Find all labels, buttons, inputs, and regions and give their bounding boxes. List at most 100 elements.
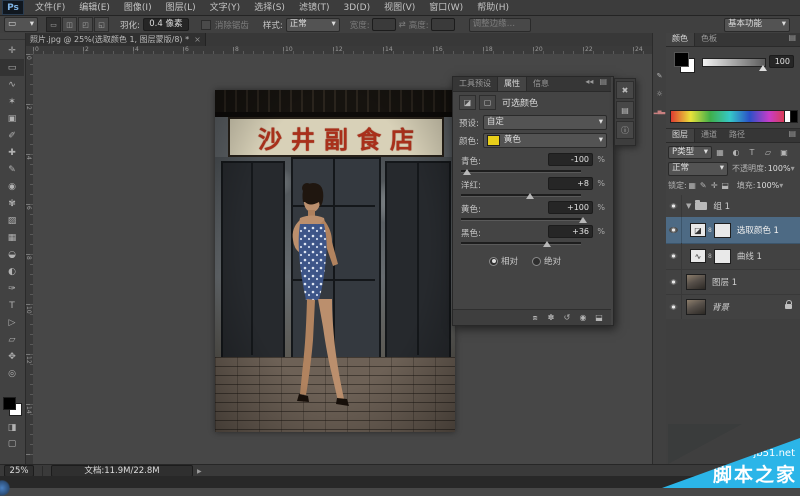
black-value-input[interactable]: +36 bbox=[548, 225, 593, 238]
selective-color-thumbnail[interactable]: ◪ bbox=[690, 223, 706, 237]
yellow-slider-track[interactable] bbox=[461, 218, 581, 221]
menu-edit[interactable]: 编辑(E) bbox=[72, 1, 117, 15]
hand-tool[interactable]: ✥ bbox=[0, 348, 24, 365]
tab-paths[interactable]: 路径 bbox=[723, 129, 751, 142]
lock-transparent-icon[interactable]: ▦ bbox=[687, 180, 698, 192]
brush-tool[interactable]: ✎ bbox=[0, 161, 24, 178]
layer-row-layer1[interactable]: 图层 1 bbox=[666, 269, 800, 295]
panel-menu-icon[interactable]: ▤ bbox=[784, 33, 800, 46]
visibility-toggle[interactable] bbox=[666, 217, 682, 243]
visibility-icon[interactable]: ◉ bbox=[575, 312, 591, 324]
panel-menu-icon[interactable]: ▤ bbox=[784, 129, 800, 142]
cyan-slider-thumb[interactable] bbox=[463, 169, 471, 175]
blur-tool[interactable]: ◒ bbox=[0, 246, 24, 263]
yellow-value-input[interactable]: +100 bbox=[548, 201, 593, 214]
panel-menu-icon[interactable]: ▤ bbox=[595, 77, 611, 91]
fill-value[interactable]: 100% bbox=[756, 181, 779, 190]
menu-window[interactable]: 窗口(W) bbox=[422, 1, 470, 15]
lock-position-icon[interactable]: ✛ bbox=[709, 180, 720, 192]
tab-swatches[interactable]: 色板 bbox=[695, 33, 723, 46]
brush-panel-icon[interactable]: ✎ bbox=[653, 69, 666, 83]
menu-layer[interactable]: 图层(L) bbox=[159, 1, 203, 15]
view-previous-state-icon[interactable]: ✽ bbox=[543, 312, 559, 324]
black-slider-thumb[interactable] bbox=[543, 241, 551, 247]
filter-adjustment-layers-icon[interactable]: ◐ bbox=[728, 146, 744, 158]
eyedropper-tool[interactable]: ✐ bbox=[0, 127, 24, 144]
layer-name[interactable]: 组 1 bbox=[713, 200, 730, 212]
selection-new-button[interactable]: ▭ bbox=[46, 17, 61, 32]
workspace-switcher[interactable]: 基本功能▾ bbox=[724, 18, 790, 32]
tab-tool-presets[interactable]: 工具预设 bbox=[453, 77, 497, 91]
selection-subtract-button[interactable]: ◰ bbox=[78, 17, 93, 32]
color-spectrum-ramp[interactable] bbox=[670, 110, 790, 123]
pen-tool[interactable]: ✑ bbox=[0, 280, 24, 297]
tab-properties[interactable]: 属性 bbox=[497, 77, 527, 91]
zoom-tool[interactable]: ◎ bbox=[0, 365, 24, 382]
menu-3d[interactable]: 3D(D) bbox=[336, 1, 377, 15]
menu-image[interactable]: 图像(I) bbox=[117, 1, 159, 15]
magenta-slider-thumb[interactable] bbox=[526, 193, 534, 199]
mask-icon[interactable]: ▢ bbox=[479, 95, 496, 110]
reset-icon[interactable]: ↺ bbox=[559, 312, 575, 324]
visibility-toggle[interactable] bbox=[666, 294, 682, 319]
layer-name[interactable]: 曲线 1 bbox=[737, 250, 762, 262]
magenta-value-input[interactable]: +8 bbox=[548, 177, 593, 190]
magenta-slider-track[interactable] bbox=[461, 194, 581, 197]
menu-help[interactable]: 帮助(H) bbox=[470, 1, 516, 15]
layer-thumbnail[interactable] bbox=[686, 274, 706, 290]
clip-to-layer-icon[interactable]: ⧈ bbox=[527, 312, 543, 324]
chevron-down-icon[interactable]: ▾ bbox=[791, 164, 795, 173]
quick-mask-button[interactable]: ◨ bbox=[0, 419, 24, 436]
filter-smart-objects-icon[interactable]: ▣ bbox=[776, 146, 792, 158]
gradient-tool[interactable]: ▦ bbox=[0, 229, 24, 246]
visibility-toggle[interactable] bbox=[666, 243, 682, 269]
absolute-radio[interactable] bbox=[532, 257, 541, 266]
black-slider-track[interactable] bbox=[461, 242, 581, 245]
dodge-tool[interactable]: ◐ bbox=[0, 263, 24, 280]
layer-row-group[interactable]: ▼ 组 1 bbox=[666, 195, 800, 218]
lock-pixels-icon[interactable]: ✎ bbox=[698, 180, 709, 192]
color-dropdown[interactable]: 黄色 ▾ bbox=[483, 133, 607, 148]
screen-mode-button[interactable]: ▢ bbox=[0, 435, 24, 452]
clone-stamp-tool[interactable]: ◉ bbox=[0, 178, 24, 195]
history-brush-tool[interactable]: ✾ bbox=[0, 195, 24, 212]
tab-info[interactable]: 信息 bbox=[527, 77, 555, 91]
healing-brush-tool[interactable]: ✚ bbox=[0, 144, 24, 161]
layer-name[interactable]: 选取颜色 1 bbox=[737, 224, 779, 236]
menu-file[interactable]: 文件(F) bbox=[28, 1, 72, 15]
layer-name[interactable]: 背景 bbox=[712, 301, 729, 313]
properties-panel-icon[interactable]: ▤ bbox=[616, 101, 634, 119]
filter-type-layers-icon[interactable]: T bbox=[744, 146, 760, 158]
panel-grip[interactable] bbox=[0, 33, 25, 40]
rectangular-marquee-tool[interactable]: ▭ bbox=[0, 59, 24, 76]
menu-filter[interactable]: 滤镜(T) bbox=[292, 1, 337, 15]
tab-layers[interactable]: 图层 bbox=[666, 129, 695, 142]
curves-thumbnail[interactable]: ∿ bbox=[690, 249, 706, 263]
type-tool[interactable]: T bbox=[0, 297, 24, 314]
crop-tool[interactable]: ▣ bbox=[0, 110, 24, 127]
layer-name[interactable]: 图层 1 bbox=[712, 276, 737, 288]
histogram-panel-icon[interactable]: ▂▅▃ bbox=[653, 105, 666, 119]
layer-row-background[interactable]: 背景 bbox=[666, 294, 800, 320]
layer-row-curves[interactable]: ∿ 8 曲线 1 bbox=[666, 243, 800, 270]
preset-dropdown[interactable]: 自定▾ bbox=[483, 115, 607, 130]
expand-arrow-icon[interactable]: ▼ bbox=[686, 202, 691, 210]
status-options-arrow-icon[interactable]: ▶ bbox=[197, 468, 202, 475]
info-panel-icon[interactable]: ⓘ bbox=[616, 121, 634, 139]
spectrum-black-cell[interactable] bbox=[790, 110, 798, 123]
photo-document[interactable]: 沙井副食店 bbox=[215, 90, 455, 432]
gray-slider-thumb[interactable] bbox=[759, 65, 767, 71]
selection-add-button[interactable]: ◫ bbox=[62, 17, 77, 32]
blend-mode-dropdown[interactable]: 正常▾ bbox=[668, 162, 728, 176]
path-selection-tool[interactable]: ▷ bbox=[0, 314, 24, 331]
tool-preset-picker[interactable]: ▭▾ bbox=[4, 17, 38, 32]
opacity-value[interactable]: 100% bbox=[768, 164, 791, 173]
cyan-value-input[interactable]: -100 bbox=[548, 153, 593, 166]
delete-icon[interactable]: ⬓ bbox=[591, 312, 607, 324]
adjustments-panel-icon[interactable]: ☼ bbox=[653, 87, 666, 101]
close-icon[interactable]: × bbox=[194, 35, 201, 44]
layer-row-selective-color[interactable]: ◪ 8 选取颜色 1 bbox=[666, 217, 800, 244]
antialias-checkbox[interactable] bbox=[201, 20, 211, 30]
cyan-slider-track[interactable] bbox=[461, 170, 581, 173]
properties-panel-window[interactable]: 工具预设 属性 信息 ◂◂ ▤ ◪ ▢ 可选颜色 预设: 自定▾ 颜色: 黄色 … bbox=[452, 76, 614, 326]
